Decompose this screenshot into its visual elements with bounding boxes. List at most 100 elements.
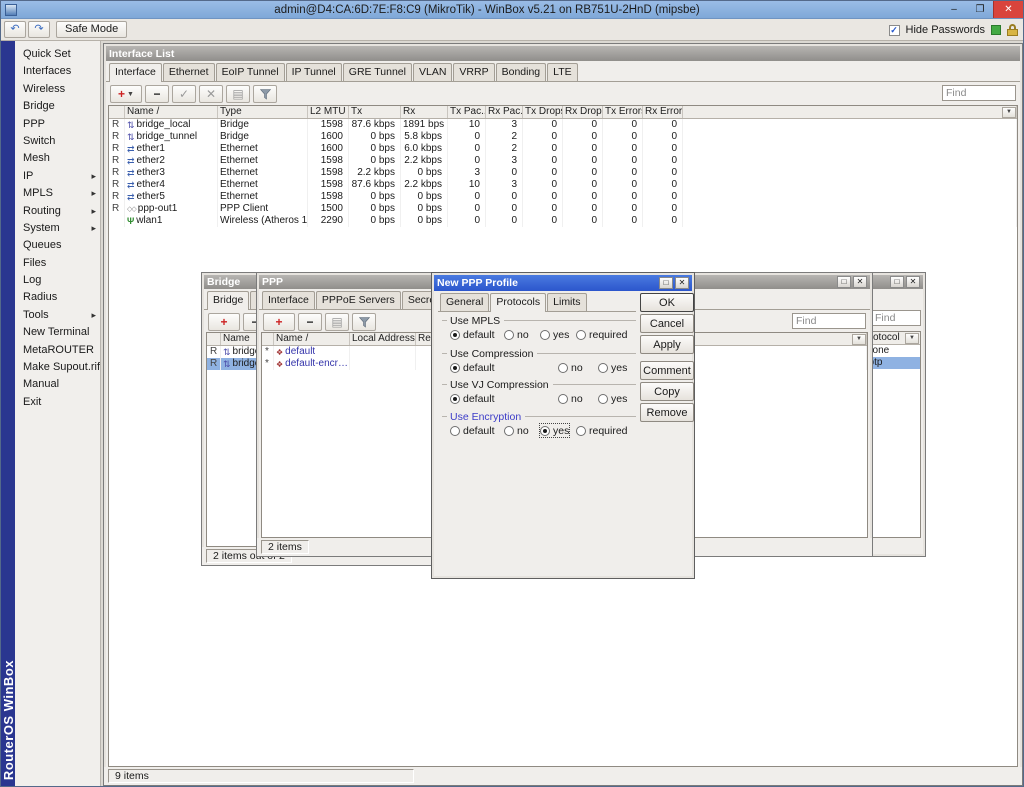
sidebar-item[interactable]: Files xyxy=(15,255,100,272)
table-row[interactable]: R ether2 Ethernet 1598 0 bps 2.2 kbps 0 … xyxy=(109,155,1017,167)
window-minimize-icon[interactable]: □ xyxy=(890,276,904,288)
tab[interactable]: EoIP Tunnel xyxy=(216,63,285,81)
safe-mode-button[interactable]: Safe Mode xyxy=(56,21,127,38)
radio-use-mpls-default[interactable]: default xyxy=(450,328,495,341)
sidebar-item[interactable]: Quick Set xyxy=(15,46,100,63)
sidebar-item[interactable]: Log xyxy=(15,272,100,289)
sidebar-item[interactable]: Interfaces xyxy=(15,63,100,80)
add-button[interactable]: + xyxy=(263,313,295,331)
column-chooser-icon[interactable]: ▼ xyxy=(1002,107,1016,118)
radio-use-mpls-yes[interactable]: yes xyxy=(540,328,569,341)
column-header[interactable]: Rx Errors xyxy=(643,106,683,118)
column-chooser-icon[interactable]: ▼ xyxy=(852,334,866,345)
tab[interactable]: Bridge xyxy=(207,291,249,309)
sidebar-item[interactable]: MetaROUTER xyxy=(15,342,100,359)
column-header[interactable] xyxy=(207,333,221,345)
sidebar-item[interactable]: Mesh xyxy=(15,150,100,167)
sidebar-item[interactable]: Routing xyxy=(15,203,100,220)
sidebar-item[interactable]: Bridge xyxy=(15,98,100,115)
sidebar-item[interactable]: PPP xyxy=(15,116,100,133)
filter-icon[interactable] xyxy=(253,85,277,103)
radio-use-compression-no[interactable]: no xyxy=(558,361,583,374)
undo-icon[interactable]: ↶ xyxy=(4,21,26,38)
column-header[interactable]: Local Address xyxy=(350,333,416,345)
window-close-icon[interactable]: ✕ xyxy=(906,276,920,288)
tab[interactable]: Ethernet xyxy=(163,63,215,81)
column-chooser-icon[interactable]: ▼ xyxy=(905,333,919,344)
minimize-button[interactable]: – xyxy=(941,1,967,18)
add-button[interactable]: + xyxy=(208,313,240,331)
sidebar-item[interactable]: Queues xyxy=(15,237,100,254)
radio-use-vj-default[interactable]: default xyxy=(450,392,495,405)
column-header[interactable]: Rx Pac... xyxy=(486,106,523,118)
table-row[interactable]: R ether5 Ethernet 1598 0 bps 0 bps 0 0 0… xyxy=(109,191,1017,203)
find-input[interactable] xyxy=(942,85,1016,101)
table-row[interactable]: R ether4 Ethernet 1598 87.6 kbps 2.2 kbp… xyxy=(109,179,1017,191)
sidebar-item[interactable]: Tools xyxy=(15,307,100,324)
sidebar-item[interactable]: Exit xyxy=(15,394,100,411)
comment-button[interactable]: Comment xyxy=(640,361,694,380)
tab[interactable]: Limits xyxy=(547,293,586,311)
sidebar-item[interactable]: Manual xyxy=(15,376,100,393)
column-header[interactable] xyxy=(109,106,125,118)
column-header[interactable]: Tx Errors xyxy=(603,106,643,118)
sidebar-item[interactable]: New Terminal xyxy=(15,324,100,341)
window-minimize-icon[interactable]: □ xyxy=(837,276,851,288)
close-button[interactable]: ✕ xyxy=(993,1,1023,18)
maximize-button[interactable]: ❐ xyxy=(967,1,993,18)
sidebar-item[interactable]: Radius xyxy=(15,289,100,306)
tab[interactable]: Protocols xyxy=(490,293,546,311)
dialog-titlebar[interactable]: New PPP Profile □ ✕ xyxy=(434,275,692,291)
table-row[interactable]: wlan1 Wireless (Atheros 11N) 2290 0 bps … xyxy=(109,215,1017,227)
interface-list-titlebar[interactable]: Interface List xyxy=(106,46,1020,61)
radio-use-compression-yes[interactable]: yes xyxy=(598,361,627,374)
tab[interactable]: VLAN xyxy=(413,63,452,81)
column-header[interactable]: Name / xyxy=(274,333,350,345)
column-header[interactable]: Rx xyxy=(401,106,448,118)
table-row[interactable]: R ether1 Ethernet 1600 0 bps 6.0 kbps 0 … xyxy=(109,143,1017,155)
column-header[interactable] xyxy=(683,106,1017,118)
cancel-button[interactable]: Cancel xyxy=(640,314,694,333)
sidebar-item[interactable]: MPLS xyxy=(15,185,100,202)
window-close-icon[interactable]: ✕ xyxy=(853,276,867,288)
column-header[interactable]: Tx Drops xyxy=(523,106,563,118)
column-header[interactable]: Tx Pac... xyxy=(448,106,486,118)
radio-use-encryption-required[interactable]: required xyxy=(576,424,628,437)
comment-button[interactable]: ▤ xyxy=(325,313,349,331)
radio-use-vj-yes[interactable]: yes xyxy=(598,392,627,405)
sidebar-item[interactable]: Switch xyxy=(15,133,100,150)
radio-use-encryption-yes[interactable]: yes xyxy=(540,424,569,437)
column-header[interactable]: Type xyxy=(218,106,308,118)
table-row[interactable]: R bridge_tunnel Bridge 1600 0 bps 5.8 kb… xyxy=(109,131,1017,143)
tab[interactable]: VRRP xyxy=(453,63,494,81)
enable-button[interactable]: ✓ xyxy=(172,85,196,103)
ok-button[interactable]: OK xyxy=(640,293,694,312)
window-minimize-icon[interactable]: □ xyxy=(659,277,673,289)
copy-button[interactable]: Copy xyxy=(640,382,694,401)
tab[interactable]: Interface xyxy=(262,291,315,309)
hide-passwords-checkbox[interactable]: ✓ xyxy=(889,25,900,36)
remove-button[interactable]: − xyxy=(145,85,169,103)
sidebar-item[interactable]: System xyxy=(15,220,100,237)
window-close-icon[interactable]: ✕ xyxy=(675,277,689,289)
radio-use-mpls-required[interactable]: required xyxy=(576,328,628,341)
column-header[interactable] xyxy=(262,333,274,345)
find-input[interactable] xyxy=(792,313,866,329)
table-row[interactable]: R ppp-out1 PPP Client 1500 0 bps 0 bps 0… xyxy=(109,203,1017,215)
find-input[interactable] xyxy=(871,310,921,326)
tab[interactable]: PPPoE Servers xyxy=(316,291,401,309)
radio-use-compression-default[interactable]: default xyxy=(450,361,495,374)
table-row[interactable]: R ether3 Ethernet 1598 2.2 kbps 0 bps 3 … xyxy=(109,167,1017,179)
radio-use-encryption-no[interactable]: no xyxy=(504,424,529,437)
column-header[interactable]: Rx Drops xyxy=(563,106,603,118)
redo-icon[interactable]: ↷ xyxy=(28,21,50,38)
column-header[interactable]: Name / xyxy=(125,106,218,118)
tab[interactable]: GRE Tunnel xyxy=(343,63,412,81)
radio-use-vj-no[interactable]: no xyxy=(558,392,583,405)
table-row[interactable]: R bridge_local Bridge 1598 87.6 kbps 189… xyxy=(109,119,1017,131)
remove-button[interactable]: − xyxy=(298,313,322,331)
tab[interactable]: General xyxy=(440,293,489,311)
column-header[interactable]: L2 MTU xyxy=(308,106,349,118)
tab[interactable]: Bonding xyxy=(496,63,547,81)
tab[interactable]: IP Tunnel xyxy=(286,63,342,81)
